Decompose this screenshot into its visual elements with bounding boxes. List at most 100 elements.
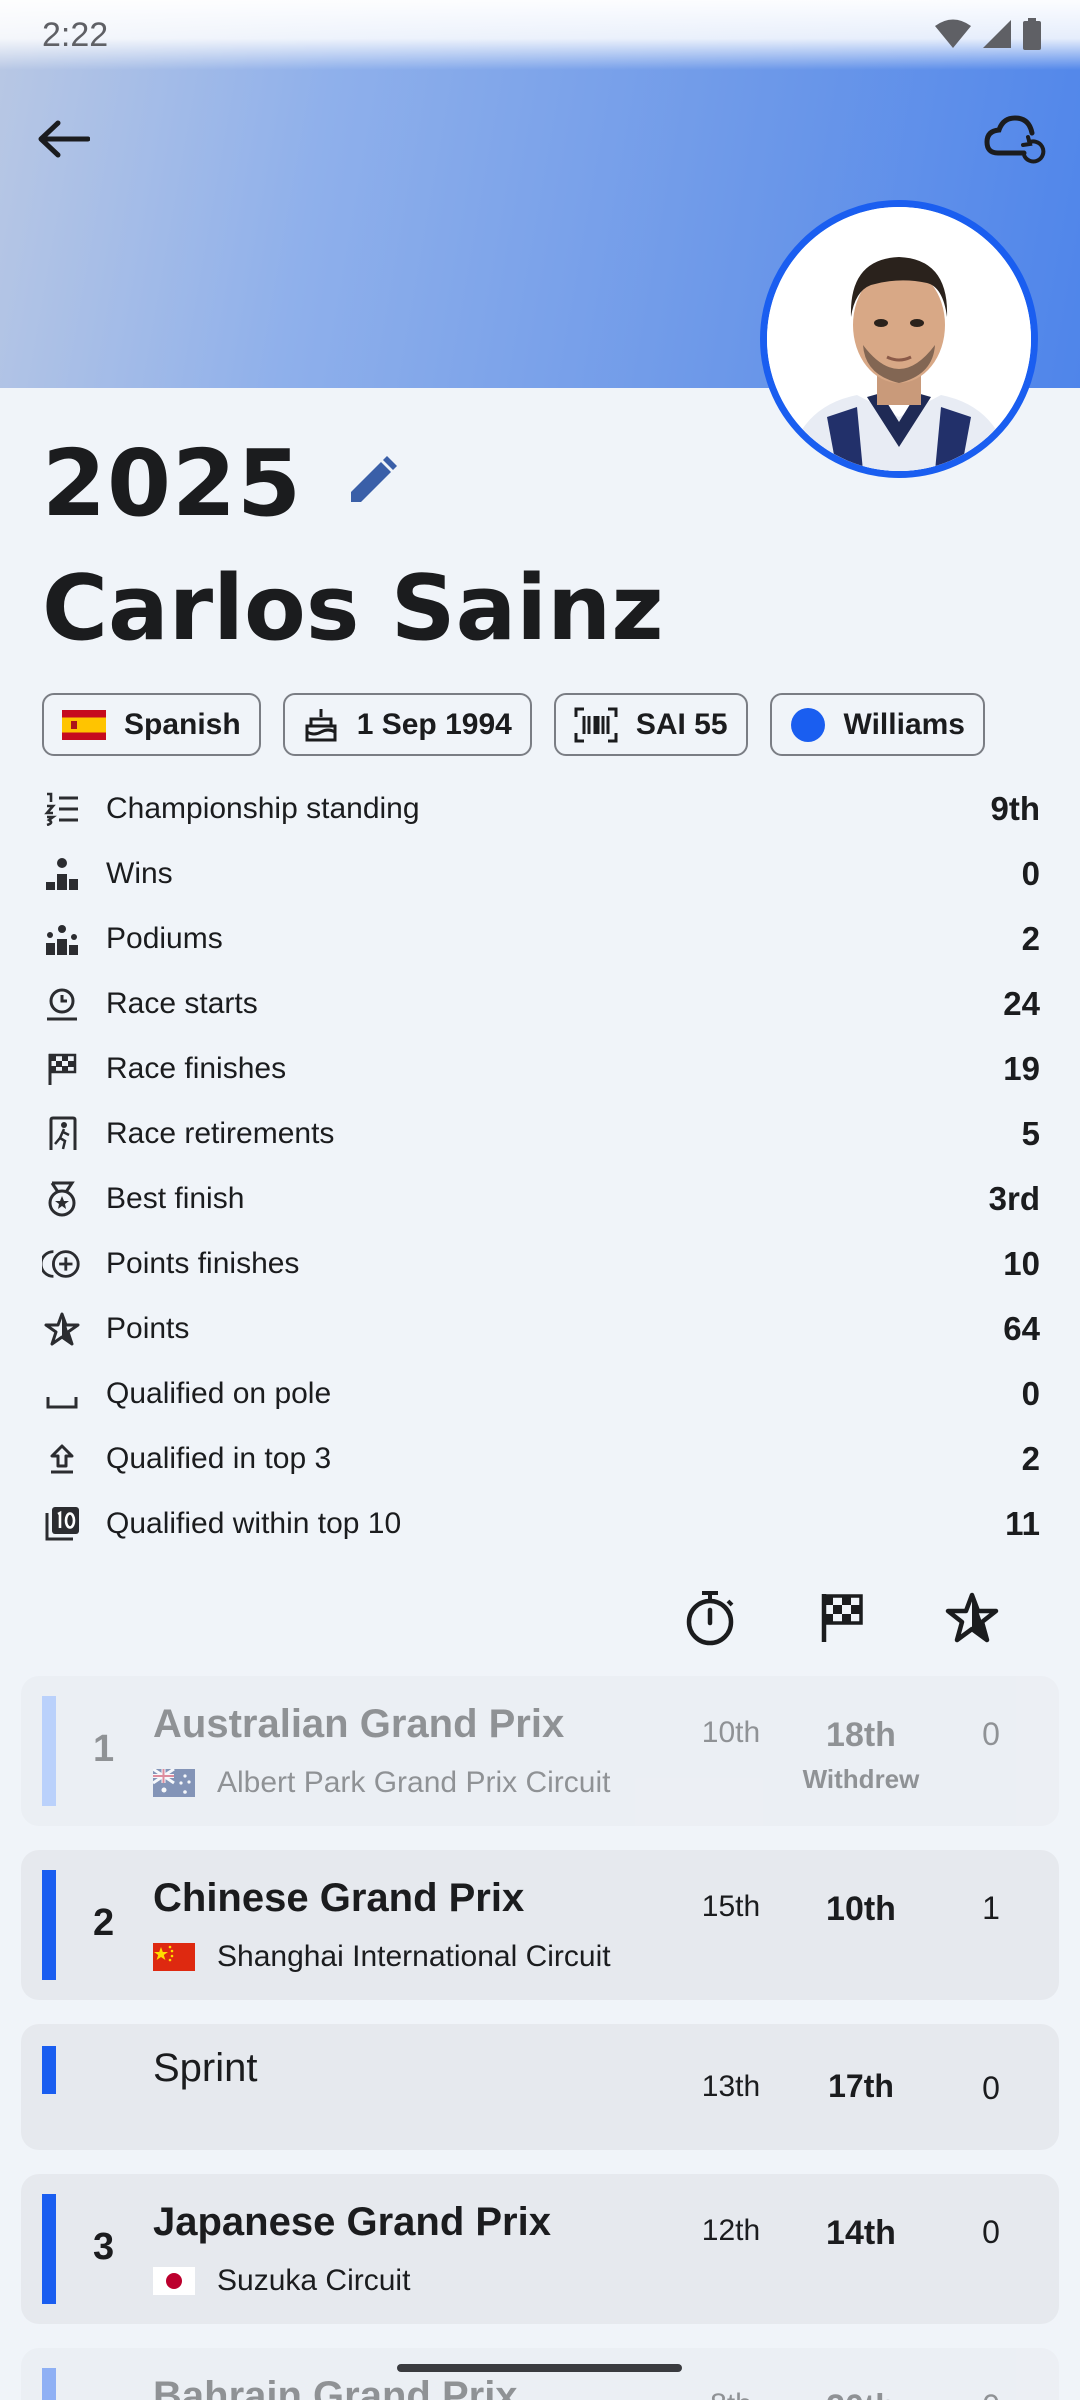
race-circuit-label: Suzuka Circuit <box>217 2264 411 2297</box>
race-position: 17th <box>828 2068 894 2104</box>
stat-value: 5 <box>1021 1114 1040 1152</box>
race-circuit: Suzuka Circuit <box>153 2264 410 2298</box>
stat-label: Championship standing <box>106 791 420 825</box>
stat-label: Best finish <box>106 1181 245 1215</box>
podium-stars-icon <box>42 919 82 959</box>
driver-avatar <box>760 200 1038 478</box>
stat-label: Qualified on pole <box>106 1376 332 1410</box>
stat-qualified-on-pole: Qualified on pole 0 <box>42 1361 1040 1426</box>
race-card-bahrain-gp[interactable]: Bahrain Grand Prix 8th 20th 0 <box>21 2348 1059 2400</box>
battery-icon <box>1022 18 1042 55</box>
race-status-bar <box>42 2368 56 2400</box>
stat-best-finish: Best finish 3rd <box>42 1166 1040 1231</box>
japan-flag-icon <box>153 2267 195 2295</box>
stat-value: 24 <box>1003 984 1040 1022</box>
star-icon <box>42 1309 82 1349</box>
stat-qualified-top-10: Qualified within top 10 11 <box>42 1491 1040 1556</box>
race-card-australian-gp[interactable]: 1 Australian Grand Prix Albert Park Gran… <box>21 1676 1059 1826</box>
checkered-flag-icon <box>817 1592 865 1649</box>
stat-label: Points finishes <box>106 1246 300 1280</box>
cloud-sync-button[interactable] <box>980 106 1050 176</box>
race-points: 0 <box>982 1716 1000 1752</box>
race-qualifying: 13th <box>701 2070 761 2103</box>
stat-race-finishes: Race finishes 19 <box>42 1036 1040 1101</box>
edit-season-button[interactable] <box>340 452 404 516</box>
pencil-icon <box>345 454 399 513</box>
gesture-navigation-bar[interactable] <box>397 2364 682 2372</box>
stat-value: 11 <box>1005 1504 1040 1542</box>
race-name: Sprint <box>153 2046 258 2090</box>
stat-qualified-top-3: Qualified in top 3 2 <box>42 1426 1040 1491</box>
stat-podiums: Podiums 2 <box>42 906 1040 971</box>
race-points: 1 <box>982 1890 1000 1926</box>
race-qualifying: 10th <box>701 1716 761 1749</box>
wifi-icon <box>934 19 972 54</box>
stat-label: Qualified within top 10 <box>106 1506 402 1540</box>
race-results-list: 1 Australian Grand Prix Albert Park Gran… <box>21 1676 1059 2400</box>
stat-race-retirements: Race retirements 5 <box>42 1101 1040 1166</box>
status-bar: 2:22 <box>0 0 1080 70</box>
race-name: Australian Grand Prix <box>153 1702 565 1746</box>
race-circuit: Albert Park Grand Prix Circuit <box>153 1766 610 1800</box>
race-points: 0 <box>982 2070 1000 2106</box>
stat-label: Points <box>106 1311 190 1345</box>
add-circle-icon <box>42 1244 82 1284</box>
race-name: Bahrain Grand Prix <box>153 2374 518 2400</box>
race-position: 20th <box>791 2388 931 2400</box>
back-button[interactable] <box>30 108 96 174</box>
race-circuit-label: Shanghai International Circuit <box>217 1940 611 1973</box>
race-points: 0 <box>951 2388 1031 2400</box>
qualifying-column-button[interactable] <box>678 1588 742 1652</box>
stat-label: Qualified in top 3 <box>106 1441 332 1475</box>
race-status-bar <box>42 2046 56 2094</box>
birthday-chip[interactable]: 1 Sep 1994 <box>282 693 532 756</box>
stat-value: 0 <box>1021 1374 1040 1412</box>
race-circuit: Shanghai International Circuit <box>153 1940 611 1974</box>
race-qualifying: 12th <box>701 2214 761 2247</box>
birthday-cake-icon <box>303 707 339 743</box>
stat-label: Race starts <box>106 986 258 1020</box>
nationality-label: Spanish <box>124 707 241 741</box>
stat-value: 10 <box>1003 1244 1040 1282</box>
status-icons <box>934 18 1042 55</box>
spain-flag-icon <box>62 709 106 740</box>
race-column-button[interactable] <box>809 1588 873 1652</box>
race-round: 2 <box>93 1902 115 1944</box>
checkered-flag-icon <box>42 1049 82 1089</box>
barcode-icon <box>574 707 618 743</box>
upload-arrow-icon <box>42 1439 82 1479</box>
number-10-icon <box>42 1504 82 1544</box>
status-time: 2:22 <box>42 16 109 54</box>
exit-person-icon <box>42 1114 82 1154</box>
stat-label: Race retirements <box>106 1116 335 1150</box>
team-label: Williams <box>843 707 965 741</box>
race-position: 14th <box>826 2214 896 2252</box>
stat-points-finishes: Points finishes 10 <box>42 1231 1040 1296</box>
stat-value: 2 <box>1021 919 1040 957</box>
race-card-japanese-gp[interactable]: 3 Japanese Grand Prix Suzuka Circuit 12t… <box>21 2174 1059 2324</box>
stat-championship-standing: Championship standing 9th <box>42 776 1040 841</box>
season-year: 2025 <box>42 430 303 537</box>
race-status-bar <box>42 1696 56 1806</box>
race-name: Chinese Grand Prix <box>153 1876 525 1920</box>
podium-winner-icon <box>42 854 82 894</box>
race-circuit-label: Albert Park Grand Prix Circuit <box>217 1766 611 1799</box>
stat-label: Race finishes <box>106 1051 287 1085</box>
list-numbered-icon <box>42 789 82 829</box>
nationality-chip[interactable]: Spanish <box>42 693 261 756</box>
stat-wins: Wins 0 <box>42 841 1040 906</box>
stopwatch-icon <box>684 1590 736 1651</box>
race-qualifying: 8th <box>681 2388 781 2400</box>
medal-icon <box>42 1179 82 1219</box>
stat-label: Podiums <box>106 921 223 955</box>
australia-flag-icon <box>153 1769 195 1797</box>
cellular-signal-icon <box>982 19 1012 54</box>
race-card-chinese-sprint[interactable]: Sprint 13th 17th 0 <box>21 2024 1059 2150</box>
driver-code-chip[interactable]: SAI 55 <box>553 693 748 756</box>
points-column-button[interactable] <box>940 1588 1004 1652</box>
team-chip[interactable]: Williams <box>769 693 985 756</box>
race-status-bar <box>42 2194 56 2304</box>
race-card-chinese-gp[interactable]: 2 Chinese Grand Prix Shanghai Internatio… <box>21 1850 1059 2000</box>
stat-value: 2 <box>1021 1439 1040 1477</box>
space-bar-icon <box>42 1374 82 1414</box>
